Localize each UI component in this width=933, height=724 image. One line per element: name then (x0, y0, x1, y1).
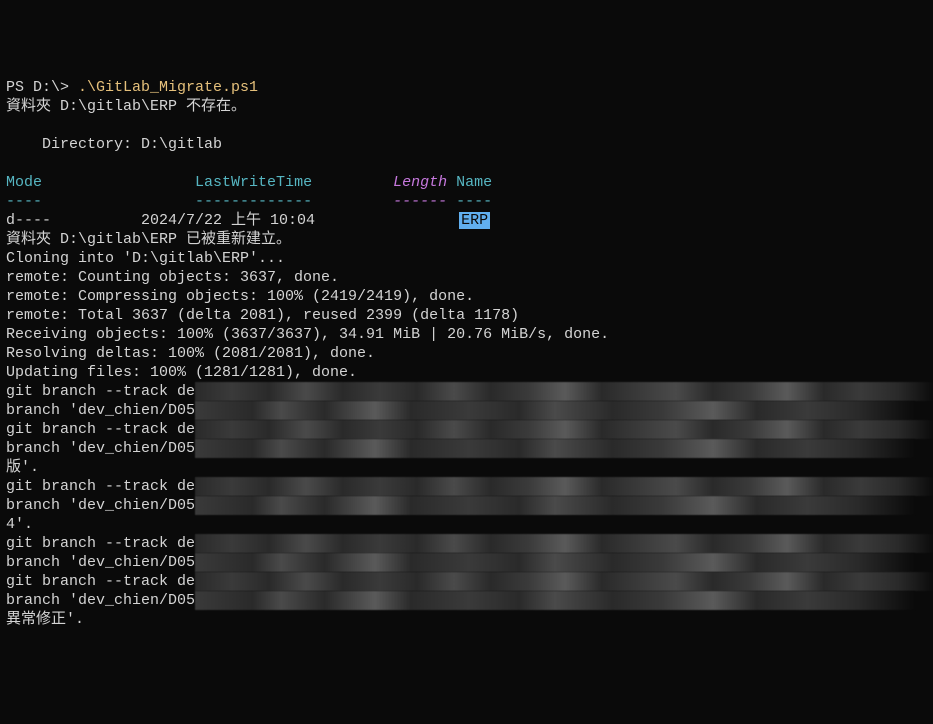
redacted-content (195, 591, 915, 610)
wrap-line: 異常修正'. (6, 610, 927, 629)
redacted-content (195, 420, 933, 439)
branch-line: branch 'dev_chien/D05 (6, 439, 927, 458)
clone-line: Resolving deltas: 100% (2081/2081), done… (6, 344, 927, 363)
msg-not-exist: 資料夾 D:\gitlab\ERP 不存在。 (6, 97, 927, 116)
msg-recreated: 資料夾 D:\gitlab\ERP 已被重新建立。 (6, 230, 927, 249)
clone-line: remote: Counting objects: 3637, done. (6, 268, 927, 287)
branch-line: git branch --track de (6, 382, 927, 401)
directory-line: Directory: D:\gitlab (6, 135, 927, 154)
redacted-content (195, 382, 933, 401)
branch-line: git branch --track de (6, 420, 927, 439)
wrap-line: 版'. (6, 458, 927, 477)
branch-line: branch 'dev_chien/D05 (6, 401, 927, 420)
wrap-line: 4'. (6, 515, 927, 534)
redacted-content (195, 553, 915, 572)
clone-line: Cloning into 'D:\gitlab\ERP'... (6, 249, 927, 268)
redacted-content (195, 477, 933, 496)
branch-line: branch 'dev_chien/D05 (6, 496, 927, 515)
ps-prompt: PS D:\> (6, 79, 78, 96)
table-row: d---- 2024/7/22 上午 10:04 ERP (6, 211, 927, 230)
branch-line: git branch --track de (6, 477, 927, 496)
table-header: Mode LastWriteTime Length Name (6, 173, 927, 192)
command-text: .\GitLab_Migrate.ps1 (78, 79, 258, 96)
terminal-output: PS D:\> .\GitLab_Migrate.ps1資料夾 D:\gitla… (6, 78, 927, 629)
branch-line: branch 'dev_chien/D05 (6, 591, 927, 610)
row-name-highlighted: ERP (459, 212, 490, 229)
branch-line: git branch --track de (6, 534, 927, 553)
row-date: 2024/7/22 上午 10:04 (141, 212, 315, 229)
header-lastwritetime: LastWriteTime (195, 174, 312, 191)
header-name: Name (456, 174, 492, 191)
redacted-content (195, 572, 933, 591)
clone-line: Updating files: 100% (1281/1281), done. (6, 363, 927, 382)
redacted-content (195, 401, 915, 420)
clone-line: Receiving objects: 100% (3637/3637), 34.… (6, 325, 927, 344)
redacted-content (195, 439, 915, 458)
header-mode: Mode (6, 174, 42, 191)
redacted-content (195, 496, 915, 515)
branch-line: git branch --track de (6, 572, 927, 591)
row-mode: d---- (6, 212, 51, 229)
header-length: Length (393, 174, 447, 191)
table-separator: ---- ------------- ------ ---- (6, 192, 927, 211)
clone-line: remote: Compressing objects: 100% (2419/… (6, 287, 927, 306)
prompt-line: PS D:\> .\GitLab_Migrate.ps1 (6, 78, 927, 97)
branch-line: branch 'dev_chien/D05 (6, 553, 927, 572)
redacted-content (195, 534, 933, 553)
clone-line: remote: Total 3637 (delta 2081), reused … (6, 306, 927, 325)
